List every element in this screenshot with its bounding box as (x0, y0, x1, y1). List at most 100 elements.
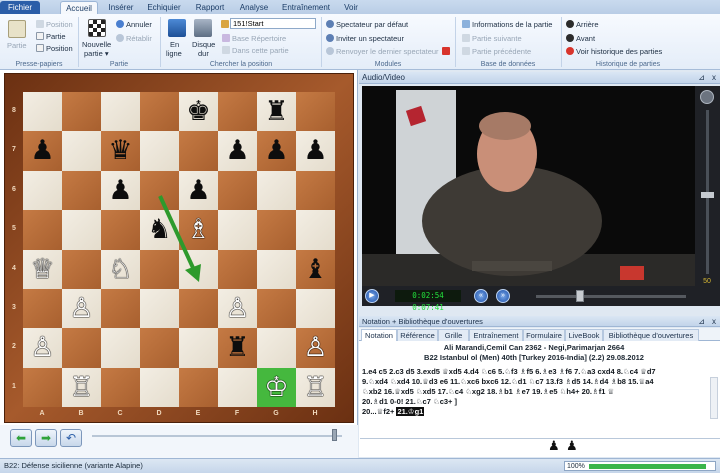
square-b5[interactable] (62, 210, 101, 250)
disk-button-line2[interactable]: dur (198, 49, 209, 59)
square-g5[interactable] (257, 210, 296, 250)
square-e1[interactable] (179, 367, 218, 408)
square-c3[interactable] (101, 289, 140, 329)
move-line[interactable]: ♘xb2 16.♕xd5 ♘xd5 17.♘c4 ♘xg2 18.♗b1 ♗e7… (362, 387, 704, 397)
piece-d5[interactable]: ♞ (140, 210, 179, 249)
notation-tab-4[interactable]: Formulaire (523, 329, 565, 341)
piece-b3[interactable]: ♙ (62, 289, 101, 328)
square-d6[interactable] (140, 170, 179, 211)
notation-tab-0[interactable]: Notation (361, 329, 397, 341)
next-move-button[interactable]: ➡ (35, 429, 57, 447)
square-e2[interactable] (179, 328, 218, 368)
square-a6[interactable] (23, 170, 62, 211)
square-a1[interactable] (23, 367, 62, 408)
square-a3[interactable] (23, 289, 62, 329)
piece-a7[interactable]: ♟ (23, 131, 62, 170)
copy-position2-button[interactable]: Position (36, 44, 73, 54)
square-h8[interactable] (296, 92, 335, 132)
square-a5[interactable] (23, 210, 62, 250)
piece-e5[interactable]: ♗ (179, 210, 218, 249)
square-g4[interactable] (257, 249, 296, 289)
invite-spectator-button[interactable]: Inviter un spectateur (326, 34, 404, 44)
piece-e8[interactable]: ♚ (179, 92, 218, 131)
square-c8[interactable] (101, 92, 140, 132)
piece-g7[interactable]: ♟ (257, 131, 296, 170)
square-f1[interactable] (218, 367, 257, 408)
current-move[interactable]: 21.♔g1 (396, 407, 425, 416)
tab-entraînement[interactable]: Entraînement (278, 1, 334, 14)
square-b6[interactable] (62, 170, 101, 211)
tab-analyse[interactable]: Analyse (234, 1, 274, 14)
fullscreen-button[interactable] (700, 90, 714, 104)
game-info-button[interactable]: Informations de la partie (462, 20, 552, 30)
paste-game-button[interactable]: Partie (7, 41, 27, 51)
pin-icon[interactable]: ⊿ (698, 316, 705, 327)
square-c1[interactable] (101, 367, 140, 408)
video-progress-track[interactable] (536, 295, 686, 298)
move-line[interactable]: 20.♗d1 0-0! 21.♘c7 ♘c3+ ] (362, 397, 704, 407)
video-frame[interactable] (362, 86, 695, 286)
square-d3[interactable] (140, 289, 179, 329)
square-f6[interactable] (218, 170, 257, 211)
previous-game-button[interactable]: Partie précédente (462, 47, 531, 57)
takeback-button[interactable]: ↶ (60, 429, 82, 447)
piece-c6[interactable]: ♟ (101, 171, 140, 210)
piece-f2[interactable]: ♜ (218, 328, 257, 367)
square-d4[interactable] (140, 249, 179, 289)
close-icon[interactable]: x (712, 316, 716, 327)
square-f5[interactable] (218, 210, 257, 250)
undo-button[interactable]: Annuler (116, 20, 152, 30)
tab-rapport[interactable]: Rapport (190, 1, 230, 14)
tab-insérer[interactable]: Insérer (102, 1, 140, 14)
square-b7[interactable] (62, 131, 101, 171)
piece-a4[interactable]: ♕ (23, 250, 62, 289)
square-b4[interactable] (62, 249, 101, 289)
piece-g1[interactable]: ♔ (257, 368, 296, 407)
redo-button[interactable]: Rétablir (116, 34, 152, 44)
piece-c7[interactable]: ♛ (101, 131, 140, 170)
piece-h2[interactable]: ♙ (296, 328, 335, 367)
game-history-button[interactable]: Voir historique des parties (566, 47, 662, 57)
tab-voir[interactable]: Voir (338, 1, 364, 14)
online-button-line2[interactable]: ligne (166, 49, 182, 59)
resend-spectator-button[interactable]: Renvoyer le dernier spectateur (326, 47, 439, 57)
move-line[interactable]: 1.e4 c5 2.c3 d5 3.exd5 ♕xd5 4.d4 ♘c6 5.♘… (362, 367, 704, 377)
next-game-button[interactable]: Partie suivante (462, 34, 522, 44)
square-g6[interactable] (257, 170, 296, 211)
square-d2[interactable] (140, 328, 179, 368)
square-f4[interactable] (218, 249, 257, 289)
back-history-button[interactable]: Arrière (566, 20, 599, 30)
piece-b1[interactable]: ♖ (62, 368, 101, 407)
square-d1[interactable] (140, 367, 179, 408)
copy-position-button[interactable]: Position (36, 20, 73, 30)
piece-a2[interactable]: ♙ (23, 328, 62, 367)
notation-tab-1[interactable]: Référence (397, 329, 438, 341)
tab-fichier[interactable]: Fichier (0, 1, 40, 14)
piece-h7[interactable]: ♟ (296, 131, 335, 170)
square-b8[interactable] (62, 92, 101, 132)
square-h3[interactable] (296, 289, 335, 329)
piece-h1[interactable]: ♖ (296, 368, 335, 407)
pin-icon[interactable]: ⊿ (698, 72, 705, 84)
video-progress-handle[interactable] (576, 290, 584, 302)
move-slider-handle[interactable] (332, 429, 337, 441)
notation-scrollbar[interactable] (710, 377, 718, 419)
notation-tab-3[interactable]: Entraînement (469, 329, 523, 341)
piece-c4[interactable]: ♘ (101, 250, 140, 289)
square-e7[interactable] (179, 131, 218, 171)
move-line[interactable]: 20...♕f2+ 21.♔g1 (362, 407, 704, 417)
move-slider-track[interactable] (92, 435, 342, 437)
square-d7[interactable] (140, 131, 179, 171)
tab-echiquier[interactable]: Echiquier (142, 1, 186, 14)
fast-forward-button[interactable]: » (496, 289, 510, 303)
square-b2[interactable] (62, 328, 101, 368)
square-c2[interactable] (101, 328, 140, 368)
square-d8[interactable] (140, 92, 179, 132)
tab-accueil[interactable]: Accueil (60, 1, 98, 14)
new-game-dropdown[interactable]: partie ▾ (84, 49, 109, 59)
square-c5[interactable] (101, 210, 140, 250)
zoom-control[interactable]: 100% (564, 461, 716, 471)
piece-f7[interactable]: ♟ (218, 131, 257, 170)
chessboard[interactable]: ♚ ♜ ♟ ♛ ♟ ♟ ♟ ♟ ♟ ♞ ♗ ♕ ♘ ♝ ♙ ♙ ♙ ♜ ♙ ♖ ♔ ♖ (23, 92, 335, 408)
piece-h4[interactable]: ♝ (296, 250, 335, 289)
